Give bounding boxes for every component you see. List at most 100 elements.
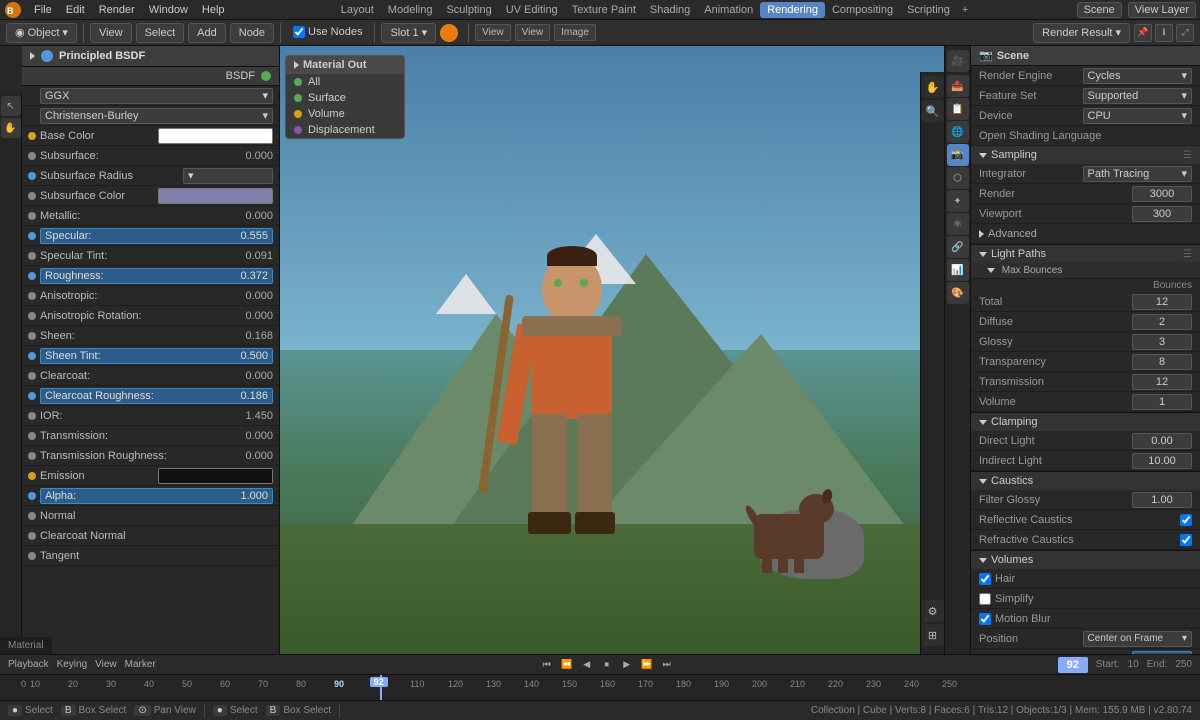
- normal-socket[interactable]: [28, 512, 36, 520]
- material-preview-dot[interactable]: [440, 24, 458, 42]
- transparency-input[interactable]: [1132, 354, 1192, 370]
- mat-all-socket[interactable]: [294, 78, 302, 86]
- distribution-dropdown[interactable]: GGX ▾: [40, 88, 273, 104]
- indirect-light-input[interactable]: [1132, 453, 1192, 469]
- view-btn[interactable]: View: [90, 23, 132, 43]
- roughness-slider[interactable]: Roughness: 0.372: [40, 268, 273, 284]
- subsurface-color-picker[interactable]: [158, 188, 274, 204]
- scene-dropdown[interactable]: Scene: [1077, 2, 1122, 18]
- current-frame-display[interactable]: 92: [1058, 657, 1088, 673]
- select-btn[interactable]: Select: [136, 23, 185, 43]
- physics-tab-icon[interactable]: ⚛: [947, 213, 969, 235]
- clearcoat-rough-socket[interactable]: [28, 392, 36, 400]
- render-samples-input[interactable]: 3000: [1132, 186, 1192, 202]
- viewport-samples-input[interactable]: 300: [1132, 206, 1192, 222]
- subsurface-socket[interactable]: [28, 152, 36, 160]
- hand-tool-icon[interactable]: ✋: [1, 118, 21, 138]
- render-engine-dropdown[interactable]: Cycles ▾: [1083, 68, 1193, 84]
- reflective-caustics-checkbox[interactable]: [1180, 514, 1192, 526]
- marker-label[interactable]: Marker: [125, 659, 156, 670]
- view-mode-btn[interactable]: ◉ Object ▾: [6, 23, 77, 43]
- specular-slider[interactable]: Specular: 0.555: [40, 228, 273, 244]
- diffuse-input[interactable]: [1132, 314, 1192, 330]
- menu-window[interactable]: Window: [143, 2, 194, 18]
- caustics-header[interactable]: Caustics: [971, 472, 1200, 490]
- clearcoat-normal-socket[interactable]: [28, 532, 36, 540]
- vp-image-btn[interactable]: Image: [554, 24, 596, 41]
- base-color-socket[interactable]: [28, 132, 36, 140]
- emission-socket[interactable]: [28, 472, 36, 480]
- specular-socket[interactable]: [28, 232, 36, 240]
- sheen-tint-socket[interactable]: [28, 352, 36, 360]
- viewfit-icon[interactable]: ⤢: [1176, 24, 1194, 42]
- subsurface-radius-socket[interactable]: [28, 172, 36, 180]
- particles-tab-icon[interactable]: ✦: [947, 190, 969, 212]
- object-tab-icon[interactable]: ⬡: [947, 167, 969, 189]
- jump-end-btn[interactable]: ⏭: [659, 657, 675, 673]
- add-workspace-btn[interactable]: +: [957, 2, 973, 18]
- anisotropic-socket[interactable]: [28, 292, 36, 300]
- pin-icon[interactable]: 📌: [1134, 24, 1152, 42]
- vp-view2-btn[interactable]: View: [515, 24, 551, 41]
- clearcoat-socket[interactable]: [28, 372, 36, 380]
- light-paths-header[interactable]: Light Paths ☰: [971, 245, 1200, 263]
- scene-props-tab-icon[interactable]: 🌐: [947, 121, 969, 143]
- max-bounces-expand-icon[interactable]: [987, 268, 995, 273]
- transmission-input[interactable]: [1132, 374, 1192, 390]
- keying-label[interactable]: Keying: [57, 659, 88, 670]
- tab-animation[interactable]: Animation: [697, 2, 760, 18]
- add-btn[interactable]: Add: [188, 23, 226, 43]
- base-color-picker[interactable]: [158, 128, 274, 144]
- sheen-tint-slider[interactable]: Sheen Tint: 0.500: [40, 348, 273, 364]
- alpha-socket[interactable]: [28, 492, 36, 500]
- sampling-menu-icon[interactable]: ☰: [1183, 150, 1192, 161]
- play-btn[interactable]: ▶: [619, 657, 635, 673]
- bsdf-output-socket[interactable]: [261, 71, 271, 81]
- refractive-caustics-checkbox[interactable]: [1180, 534, 1192, 546]
- tab-scripting[interactable]: Scripting: [900, 2, 957, 18]
- menu-help[interactable]: Help: [196, 2, 231, 18]
- alpha-slider[interactable]: Alpha: 1.000: [40, 488, 273, 504]
- feature-set-dropdown[interactable]: Supported ▾: [1083, 88, 1193, 104]
- constraints-tab-icon[interactable]: 🔗: [947, 236, 969, 258]
- subsurface-radius-dropdown[interactable]: ▾: [183, 168, 273, 184]
- tab-shading[interactable]: Shading: [643, 2, 697, 18]
- jump-start-btn[interactable]: ⏮: [539, 657, 555, 673]
- direct-light-input[interactable]: [1132, 433, 1192, 449]
- clamping-header[interactable]: Clamping: [971, 413, 1200, 431]
- hand-navigate-icon[interactable]: ✋: [922, 76, 944, 98]
- select-tool-icon[interactable]: ↖: [1, 96, 21, 116]
- advanced-label[interactable]: Advanced: [988, 228, 1037, 240]
- hair-checkbox[interactable]: [979, 573, 991, 585]
- scene-tab-icon[interactable]: 🎥: [947, 50, 969, 72]
- integrator-dropdown[interactable]: Path Tracing ▾: [1083, 166, 1193, 182]
- aniso-rot-socket[interactable]: [28, 312, 36, 320]
- trans-rough-socket[interactable]: [28, 452, 36, 460]
- mat-collapse-icon[interactable]: [294, 61, 299, 69]
- timeline-ruler[interactable]: 0 10 20 30 40 50 60 70 80 90 100 110 120…: [0, 675, 1200, 700]
- filter-glossy-input[interactable]: [1132, 492, 1192, 508]
- position-dropdown[interactable]: Center on Frame ▾: [1083, 631, 1193, 647]
- node-btn[interactable]: Node: [230, 23, 274, 43]
- stop-btn[interactable]: ⏹: [599, 657, 615, 673]
- tab-texture-paint[interactable]: Texture Paint: [565, 2, 643, 18]
- advanced-expand-icon[interactable]: [979, 230, 984, 238]
- start-value[interactable]: 10: [1128, 659, 1139, 670]
- emission-color-picker[interactable]: [158, 468, 274, 484]
- volumes-header[interactable]: Volumes: [971, 551, 1200, 569]
- render-tab-icon[interactable]: 📸: [947, 144, 969, 166]
- tab-uv-editing[interactable]: UV Editing: [499, 2, 565, 18]
- mat-displacement-socket[interactable]: [294, 126, 302, 134]
- end-value[interactable]: 250: [1175, 659, 1192, 670]
- clearcoat-roughness-slider[interactable]: Clearcoat Roughness: 0.186: [40, 388, 273, 404]
- menu-edit[interactable]: Edit: [60, 2, 91, 18]
- tab-layout[interactable]: Layout: [334, 2, 381, 18]
- simplify-checkbox[interactable]: [979, 593, 991, 605]
- play-back-btn[interactable]: ◀: [579, 657, 595, 673]
- mat-volume-socket[interactable]: [294, 110, 302, 118]
- volume-input[interactable]: [1132, 394, 1192, 410]
- viewport-settings-icon[interactable]: ⚙: [922, 600, 944, 622]
- view-label[interactable]: View: [95, 659, 117, 670]
- view-layer-dropdown[interactable]: View Layer: [1128, 2, 1196, 18]
- sampling-header[interactable]: Sampling ☰: [971, 146, 1200, 164]
